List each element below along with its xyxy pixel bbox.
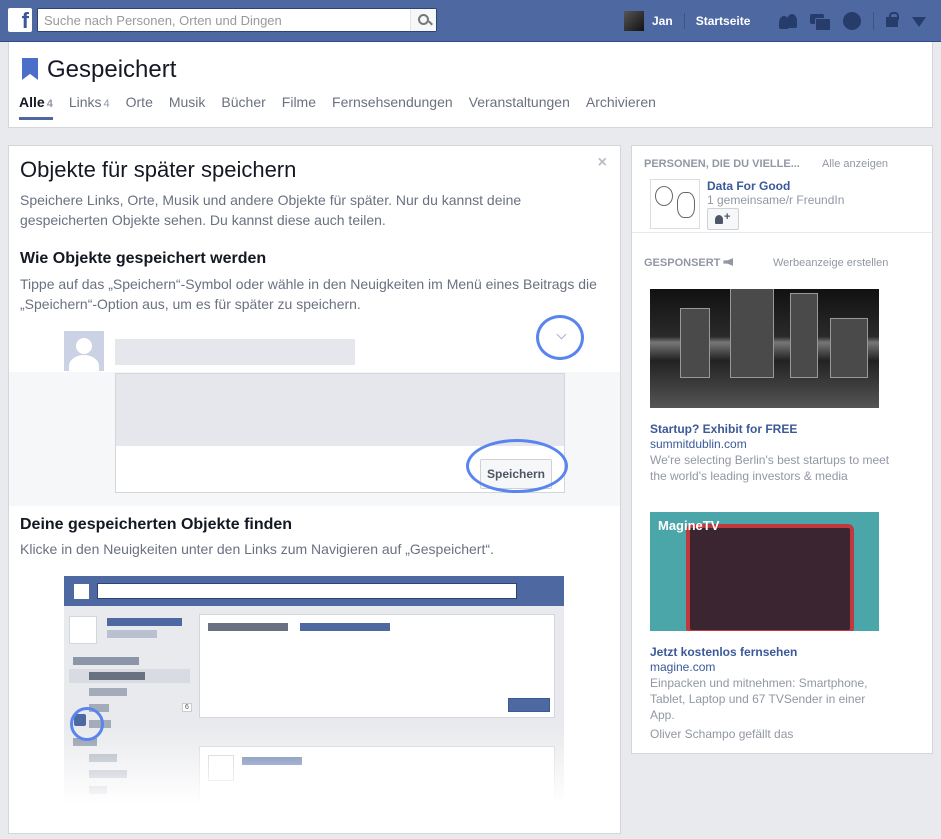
ad-building-shape	[730, 289, 774, 378]
ad-image-magine[interactable]: MagineTV	[650, 512, 879, 631]
tab-fernsehsendungen[interactable]: Fernsehsendungen	[332, 94, 453, 120]
ad-url[interactable]: summitdublin.com	[650, 437, 747, 451]
mini-bar	[89, 672, 145, 680]
find-saved-heading: Deine gespeicherten Objekte finden	[20, 516, 293, 533]
pymk-heading: PERSONEN, DIE DU VIELLE...	[644, 158, 800, 170]
ad-image-berlin[interactable]	[650, 289, 879, 408]
tab-orte[interactable]: Orte	[126, 94, 153, 120]
avatar[interactable]	[624, 11, 644, 31]
mini-bar	[300, 623, 390, 631]
notifications-globe-icon[interactable]	[842, 11, 862, 31]
section-divider	[632, 232, 932, 233]
mini-post-button	[508, 698, 550, 712]
nav-divider	[873, 12, 874, 30]
how-to-save-text: Tippe auf das „Speichern“-Symbol oder wä…	[20, 276, 597, 312]
privacy-lock-icon[interactable]	[884, 11, 904, 31]
tab-musik[interactable]: Musik	[169, 94, 206, 120]
create-ad-link[interactable]: Werbeanzeige erstellen	[773, 257, 888, 269]
post-menu-chevron-icon[interactable]	[536, 315, 584, 360]
intro-description: Speichere Links, Orte, Musik und andere …	[20, 192, 522, 228]
name-placeholder	[115, 339, 355, 365]
search-icon[interactable]	[410, 9, 436, 31]
megaphone-icon	[723, 258, 734, 266]
nav-divider	[683, 13, 685, 29]
tab-veranstaltungen[interactable]: Veranstaltungen	[469, 94, 570, 120]
messages-icon[interactable]	[809, 11, 831, 31]
suitcase-image	[686, 524, 854, 631]
tab-filme[interactable]: Filme	[282, 94, 316, 120]
find-saved-text: Klicke in den Neuigkeiten unter den Link…	[20, 541, 494, 557]
ad-building-shape	[680, 308, 710, 378]
right-column: PERSONEN, DIE DU VIELLE... Alle anzeigen…	[631, 145, 933, 754]
mini-bar	[208, 623, 288, 631]
intro-title: Objekte für später speichern	[20, 157, 297, 182]
pymk-name-link[interactable]: Data For Good	[707, 179, 790, 193]
pymk-profile-image[interactable]	[650, 179, 700, 229]
mini-topbar	[64, 576, 564, 606]
search-input[interactable]	[38, 9, 408, 31]
mini-bar	[89, 688, 127, 696]
account-menu-icon[interactable]	[908, 12, 928, 32]
mini-search-icon	[97, 583, 517, 599]
user-nav: Jan Startseite	[624, 10, 750, 32]
ad-url[interactable]: magine.com	[650, 660, 715, 674]
tab-buecher[interactable]: Bücher	[221, 94, 265, 120]
mutual-friends-text[interactable]: 1 gemeinsame/r FreundIn	[707, 193, 844, 207]
mini-bar	[107, 630, 157, 638]
mini-count-badge: 6	[182, 703, 192, 712]
tab-archivieren[interactable]: Archivieren	[586, 94, 656, 120]
mini-bar	[73, 657, 139, 665]
see-all-link[interactable]: Alle anzeigen	[822, 158, 888, 170]
bookmark-icon	[22, 58, 38, 80]
add-friend-button[interactable]	[707, 208, 739, 230]
friend-requests-icon[interactable]	[777, 11, 797, 31]
mini-facebook-logo-icon	[74, 584, 89, 599]
ad-building-shape	[830, 318, 868, 378]
how-to-save-heading: Wie Objekte gespeichert werden	[20, 250, 267, 267]
highlight-ring	[466, 439, 568, 493]
tab-links[interactable]: Links 4	[69, 94, 110, 120]
search-box[interactable]	[37, 8, 437, 32]
profile-link[interactable]: Jan	[652, 14, 673, 28]
mini-avatar	[69, 616, 97, 644]
ad-title[interactable]: Jetzt kostenlos fernsehen	[650, 645, 797, 659]
home-link[interactable]: Startseite	[696, 14, 751, 28]
ad-title[interactable]: Startup? Exhibit for FREE	[650, 422, 797, 436]
mini-fade	[64, 726, 564, 804]
navigation-illustration: 6	[64, 576, 564, 804]
facebook-logo-icon[interactable]: f	[8, 8, 32, 33]
post-content-placeholder	[116, 374, 564, 446]
avatar-placeholder	[64, 331, 104, 371]
social-context[interactable]: Oliver Schampo gefällt das	[650, 726, 890, 742]
sponsored-heading: GESPONSERT	[644, 257, 734, 269]
ad-description[interactable]: We're selecting Berlin's best startups t…	[650, 452, 890, 484]
mini-name-bar	[107, 618, 182, 626]
ad-building-shape	[790, 293, 818, 378]
page-title: Gespeichert	[47, 56, 177, 83]
close-icon[interactable]: ×	[598, 154, 607, 172]
ad-description[interactable]: Einpacken und mitnehmen: Smartphone, Tab…	[650, 675, 885, 723]
mini-composer	[199, 614, 555, 718]
magine-logo: MagineTV	[658, 518, 720, 533]
highlight-ring	[70, 707, 104, 741]
saved-tabs: Alle 4 Links 4 Orte Musik Bücher Filme Fer…	[19, 94, 672, 120]
top-bar: f Jan Startseite	[0, 0, 941, 42]
tab-alle[interactable]: Alle 4	[19, 94, 53, 120]
intro-card: × Objekte für später speichern Speichere…	[8, 145, 621, 834]
saved-header: Gespeichert Alle 4 Links 4 Orte Musik Büch…	[8, 42, 933, 128]
